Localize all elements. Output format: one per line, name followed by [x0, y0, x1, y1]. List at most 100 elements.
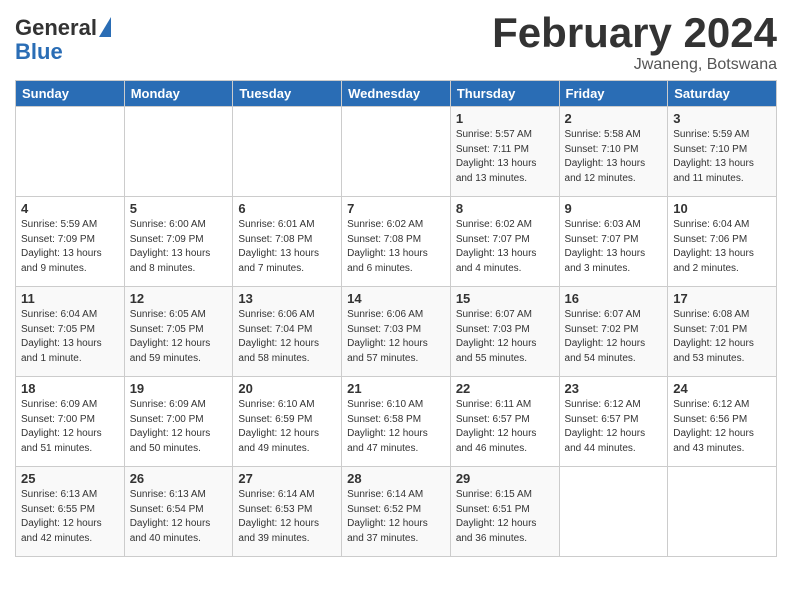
location-subtitle: Jwaneng, Botswana — [492, 56, 777, 74]
calendar-cell: 21 Sunrise: 6:10 AMSunset: 6:58 PMDayligh… — [342, 377, 451, 467]
logo: General Blue — [15, 16, 111, 64]
calendar-cell: 11 Sunrise: 6:04 AMSunset: 7:05 PMDayligh… — [16, 287, 125, 377]
cell-content: Sunrise: 6:02 AMSunset: 7:08 PMDaylight:… — [347, 218, 445, 276]
week-row-3: 11 Sunrise: 6:04 AMSunset: 7:05 PMDayligh… — [16, 287, 777, 377]
day-number: 21 — [347, 381, 445, 396]
cell-content: Sunrise: 6:04 AMSunset: 7:06 PMDaylight:… — [673, 218, 771, 276]
week-row-5: 25Sunrise: 6:13 AMSunset: 6:55 PMDayligh… — [16, 467, 777, 557]
day-number: 16 — [565, 291, 663, 306]
cell-content: Sunrise: 6:07 AMSunset: 7:02 PMDaylight:… — [565, 308, 663, 366]
calendar-body: 1 Sunrise: 5:57 AMSunset: 7:11 PMDaylight… — [16, 107, 777, 557]
cell-content: Sunrise: 6:06 AMSunset: 7:04 PMDaylight:… — [238, 308, 336, 366]
calendar-cell: 13 Sunrise: 6:06 AMSunset: 7:04 PMDayligh… — [233, 287, 342, 377]
day-number: 25 — [21, 471, 119, 486]
calendar-cell: 5 Sunrise: 6:00 AMSunset: 7:09 PMDaylight… — [124, 197, 233, 287]
cell-content: Sunrise: 6:02 AMSunset: 7:07 PMDaylight:… — [456, 218, 554, 276]
cell-content: Sunrise: 6:05 AMSunset: 7:05 PMDaylight:… — [130, 308, 228, 366]
day-number: 24 — [673, 381, 771, 396]
day-number: 2 — [565, 111, 663, 126]
day-header-wednesday: Wednesday — [342, 81, 451, 107]
calendar-cell: 16 Sunrise: 6:07 AMSunset: 7:02 PMDayligh… — [559, 287, 668, 377]
cell-content: Sunrise: 6:06 AMSunset: 7:03 PMDaylight:… — [347, 308, 445, 366]
cell-content: Sunrise: 6:10 AMSunset: 6:58 PMDaylight:… — [347, 398, 445, 456]
calendar-cell: 6Sunrise: 6:01 AMSunset: 7:08 PMDaylight… — [233, 197, 342, 287]
calendar-cell: 29 Sunrise: 6:15 AMSunset: 6:51 PMDayligh… — [450, 467, 559, 557]
calendar-cell: 28 Sunrise: 6:14 AMSunset: 6:52 PMDayligh… — [342, 467, 451, 557]
calendar-cell: 23 Sunrise: 6:12 AMSunset: 6:57 PMDayligh… — [559, 377, 668, 467]
cell-content: Sunrise: 5:59 AMSunset: 7:09 PMDaylight:… — [21, 218, 119, 276]
calendar-cell — [559, 467, 668, 557]
header-row: SundayMondayTuesdayWednesdayThursdayFrid… — [16, 81, 777, 107]
day-number: 10 — [673, 201, 771, 216]
calendar-cell: 14 Sunrise: 6:06 AMSunset: 7:03 PMDayligh… — [342, 287, 451, 377]
cell-content: Sunrise: 6:07 AMSunset: 7:03 PMDaylight:… — [456, 308, 554, 366]
page-header: General Blue February 2024 Jwaneng, Bots… — [15, 10, 777, 74]
day-number: 14 — [347, 291, 445, 306]
day-number: 15 — [456, 291, 554, 306]
cell-content: Sunrise: 6:10 AMSunset: 6:59 PMDaylight:… — [238, 398, 336, 456]
day-number: 11 — [21, 291, 119, 306]
day-header-sunday: Sunday — [16, 81, 125, 107]
day-number: 19 — [130, 381, 228, 396]
day-number: 23 — [565, 381, 663, 396]
day-number: 13 — [238, 291, 336, 306]
calendar-cell — [124, 107, 233, 197]
cell-content: Sunrise: 6:15 AMSunset: 6:51 PMDaylight:… — [456, 488, 554, 546]
calendar-cell: 18Sunrise: 6:09 AMSunset: 7:00 PMDayligh… — [16, 377, 125, 467]
week-row-1: 1 Sunrise: 5:57 AMSunset: 7:11 PMDaylight… — [16, 107, 777, 197]
calendar-cell: 8Sunrise: 6:02 AMSunset: 7:07 PMDaylight… — [450, 197, 559, 287]
calendar-cell: 24 Sunrise: 6:12 AMSunset: 6:56 PMDayligh… — [668, 377, 777, 467]
cell-content: Sunrise: 6:04 AMSunset: 7:05 PMDaylight:… — [21, 308, 119, 366]
day-number: 4 — [21, 201, 119, 216]
calendar-cell: 4 Sunrise: 5:59 AMSunset: 7:09 PMDaylight… — [16, 197, 125, 287]
calendar-table: SundayMondayTuesdayWednesdayThursdayFrid… — [15, 80, 777, 557]
calendar-cell: 2 Sunrise: 5:58 AMSunset: 7:10 PMDaylight… — [559, 107, 668, 197]
logo-blue: Blue — [15, 40, 63, 64]
calendar-cell: 19 Sunrise: 6:09 AMSunset: 7:00 PMDayligh… — [124, 377, 233, 467]
day-number: 5 — [130, 201, 228, 216]
day-number: 3 — [673, 111, 771, 126]
calendar-cell: 26 Sunrise: 6:13 AMSunset: 6:54 PMDayligh… — [124, 467, 233, 557]
day-header-friday: Friday — [559, 81, 668, 107]
cell-content: Sunrise: 5:59 AMSunset: 7:10 PMDaylight:… — [673, 128, 771, 186]
day-number: 17 — [673, 291, 771, 306]
week-row-2: 4 Sunrise: 5:59 AMSunset: 7:09 PMDaylight… — [16, 197, 777, 287]
logo-general: General — [15, 16, 97, 40]
cell-content: Sunrise: 6:03 AMSunset: 7:07 PMDaylight:… — [565, 218, 663, 276]
cell-content: Sunrise: 6:08 AMSunset: 7:01 PMDaylight:… — [673, 308, 771, 366]
cell-content: Sunrise: 6:14 AMSunset: 6:52 PMDaylight:… — [347, 488, 445, 546]
calendar-cell: 22 Sunrise: 6:11 AMSunset: 6:57 PMDayligh… — [450, 377, 559, 467]
cell-content: Sunrise: 6:14 AMSunset: 6:53 PMDaylight:… — [238, 488, 336, 546]
calendar-cell: 27 Sunrise: 6:14 AMSunset: 6:53 PMDayligh… — [233, 467, 342, 557]
day-number: 9 — [565, 201, 663, 216]
day-number: 22 — [456, 381, 554, 396]
calendar-cell: 1 Sunrise: 5:57 AMSunset: 7:11 PMDaylight… — [450, 107, 559, 197]
cell-content: Sunrise: 6:13 AMSunset: 6:54 PMDaylight:… — [130, 488, 228, 546]
cell-content: Sunrise: 6:12 AMSunset: 6:57 PMDaylight:… — [565, 398, 663, 456]
day-number: 12 — [130, 291, 228, 306]
cell-content: Sunrise: 6:11 AMSunset: 6:57 PMDaylight:… — [456, 398, 554, 456]
cell-content: Sunrise: 6:00 AMSunset: 7:09 PMDaylight:… — [130, 218, 228, 276]
calendar-cell: 12 Sunrise: 6:05 AMSunset: 7:05 PMDayligh… — [124, 287, 233, 377]
day-number: 27 — [238, 471, 336, 486]
cell-content: Sunrise: 5:57 AMSunset: 7:11 PMDaylight:… — [456, 128, 554, 186]
day-header-thursday: Thursday — [450, 81, 559, 107]
day-number: 29 — [456, 471, 554, 486]
cell-content: Sunrise: 6:09 AMSunset: 7:00 PMDaylight:… — [21, 398, 119, 456]
calendar-cell — [233, 107, 342, 197]
day-number: 20 — [238, 381, 336, 396]
cell-content: Sunrise: 6:12 AMSunset: 6:56 PMDaylight:… — [673, 398, 771, 456]
day-number: 28 — [347, 471, 445, 486]
calendar-cell: 15 Sunrise: 6:07 AMSunset: 7:03 PMDayligh… — [450, 287, 559, 377]
day-number: 26 — [130, 471, 228, 486]
day-number: 6 — [238, 201, 336, 216]
calendar-cell — [342, 107, 451, 197]
calendar-cell — [16, 107, 125, 197]
day-number: 7 — [347, 201, 445, 216]
cell-content: Sunrise: 6:09 AMSunset: 7:00 PMDaylight:… — [130, 398, 228, 456]
calendar-cell: 10 Sunrise: 6:04 AMSunset: 7:06 PMDayligh… — [668, 197, 777, 287]
calendar-cell: 20 Sunrise: 6:10 AMSunset: 6:59 PMDayligh… — [233, 377, 342, 467]
day-header-tuesday: Tuesday — [233, 81, 342, 107]
cell-content: Sunrise: 5:58 AMSunset: 7:10 PMDaylight:… — [565, 128, 663, 186]
day-number: 1 — [456, 111, 554, 126]
